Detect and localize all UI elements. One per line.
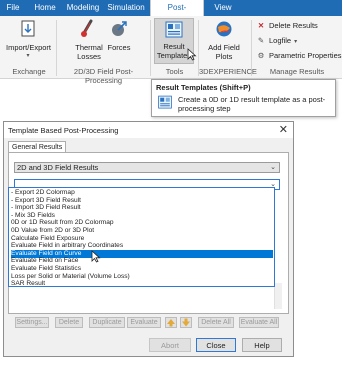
template-list-scrollbar[interactable]	[274, 283, 282, 309]
dialog-title: Template Based Post-Processing	[8, 126, 119, 135]
logfile-icon: ✎	[257, 36, 265, 45]
group-label-exchange: Exchange	[12, 67, 46, 76]
dialog-titlebar[interactable]: Template Based Post-Processing ✕	[4, 122, 293, 138]
tab-post-processing[interactable]: Post-Processing	[150, 0, 204, 28]
logfile-label: Logfile	[269, 36, 292, 45]
parametric-properties-label: Parametric Properties	[269, 51, 342, 60]
category-select[interactable]: 2D and 3D Field Results ⌄	[14, 162, 280, 173]
delete-results-label: Delete Results	[269, 21, 318, 30]
evaluate-button[interactable]: Evaluate	[127, 317, 161, 328]
ribbon-tabbar: File Home Modeling Simulation Post-Proce…	[0, 0, 342, 28]
globe-plot-icon	[216, 21, 232, 37]
move-up-button[interactable]	[165, 317, 177, 328]
delete-results-button[interactable]: ✕ Delete Results	[256, 20, 318, 32]
tooltip-title: Result Templates (Shift+P)	[156, 83, 251, 92]
abort-button[interactable]: Abort	[149, 338, 191, 352]
evaluate-all-button[interactable]: Evaluate All	[239, 317, 279, 328]
duplicate-button[interactable]: Duplicate	[89, 317, 125, 328]
result-templates-tooltip: Result Templates (Shift+P) Create a 0D o…	[151, 79, 336, 117]
mouse-cursor-icon	[91, 250, 101, 263]
result-templates-icon	[165, 21, 183, 38]
move-down-button[interactable]	[180, 317, 192, 328]
category-select-value: 2D and 3D Field Results	[17, 163, 99, 172]
group-label-manage-results: Manage Results	[269, 67, 325, 76]
add-field-plots-label-line1: Add Field	[208, 43, 240, 52]
close-button[interactable]: Close	[196, 338, 236, 352]
group-label-field-post-processing: 2D/3D Field Post-Processing	[73, 67, 134, 85]
forces-button[interactable]: Forces	[104, 19, 134, 52]
chevron-down-icon: ▾	[26, 53, 30, 59]
thermal-losses-label-line1: Thermal	[75, 43, 103, 52]
thermal-losses-label-line2: Losses	[77, 52, 101, 61]
forces-icon	[112, 21, 127, 36]
ribbon-panel: Import/Export ▾ Thermal Losses Forces Re…	[0, 16, 342, 85]
arrow-down-icon	[182, 318, 190, 327]
parametric-properties-icon: ⚙	[257, 51, 265, 60]
add-field-plots-button[interactable]: Add Field Plots	[206, 19, 242, 61]
delete-all-button[interactable]: Delete All	[198, 317, 234, 328]
arrow-up-icon	[167, 319, 175, 327]
delete-button[interactable]: Delete	[55, 317, 83, 328]
forces-label: Forces	[107, 43, 131, 52]
tab-simulation[interactable]: Simulation	[106, 0, 146, 16]
tooltip-description: Create a 0D or 1D result template as a p…	[178, 95, 326, 113]
import-export-label: Import/Export	[6, 43, 52, 52]
help-button[interactable]: Help	[242, 338, 282, 352]
group-label-tools: Tools	[165, 67, 184, 76]
thermal-losses-button[interactable]: Thermal Losses	[74, 19, 104, 61]
tab-modeling[interactable]: Modeling	[65, 0, 101, 16]
thermometer-icon	[81, 19, 93, 37]
tab-file[interactable]: File	[2, 0, 24, 16]
tab-view[interactable]: View	[210, 0, 236, 16]
parametric-properties-button[interactable]: ⚙ Parametric Properties	[256, 50, 342, 62]
delete-icon: ✕	[257, 21, 265, 30]
settings-button[interactable]: Settings...	[15, 317, 49, 328]
template-dropdown-list[interactable]: - Export 2D Colormap - Export 3D Field R…	[8, 187, 275, 287]
tab-home[interactable]: Home	[32, 0, 58, 16]
add-field-plots-label-line2: Plots	[215, 52, 233, 61]
close-icon[interactable]: ✕	[279, 123, 288, 136]
import-export-button[interactable]: Import/Export ▾	[6, 19, 52, 61]
chevron-down-icon: ⌄	[270, 164, 276, 171]
result-templates-icon	[158, 95, 172, 109]
logfile-button[interactable]: ✎ Logfile ▾	[256, 35, 297, 47]
group-label-3dexperience: 3DEXPERIENCE	[199, 67, 257, 76]
chevron-down-icon: ▾	[294, 39, 298, 45]
dropdown-option[interactable]: SAR Result	[11, 280, 273, 288]
import-export-icon	[21, 20, 35, 37]
mouse-cursor-icon	[187, 48, 197, 61]
